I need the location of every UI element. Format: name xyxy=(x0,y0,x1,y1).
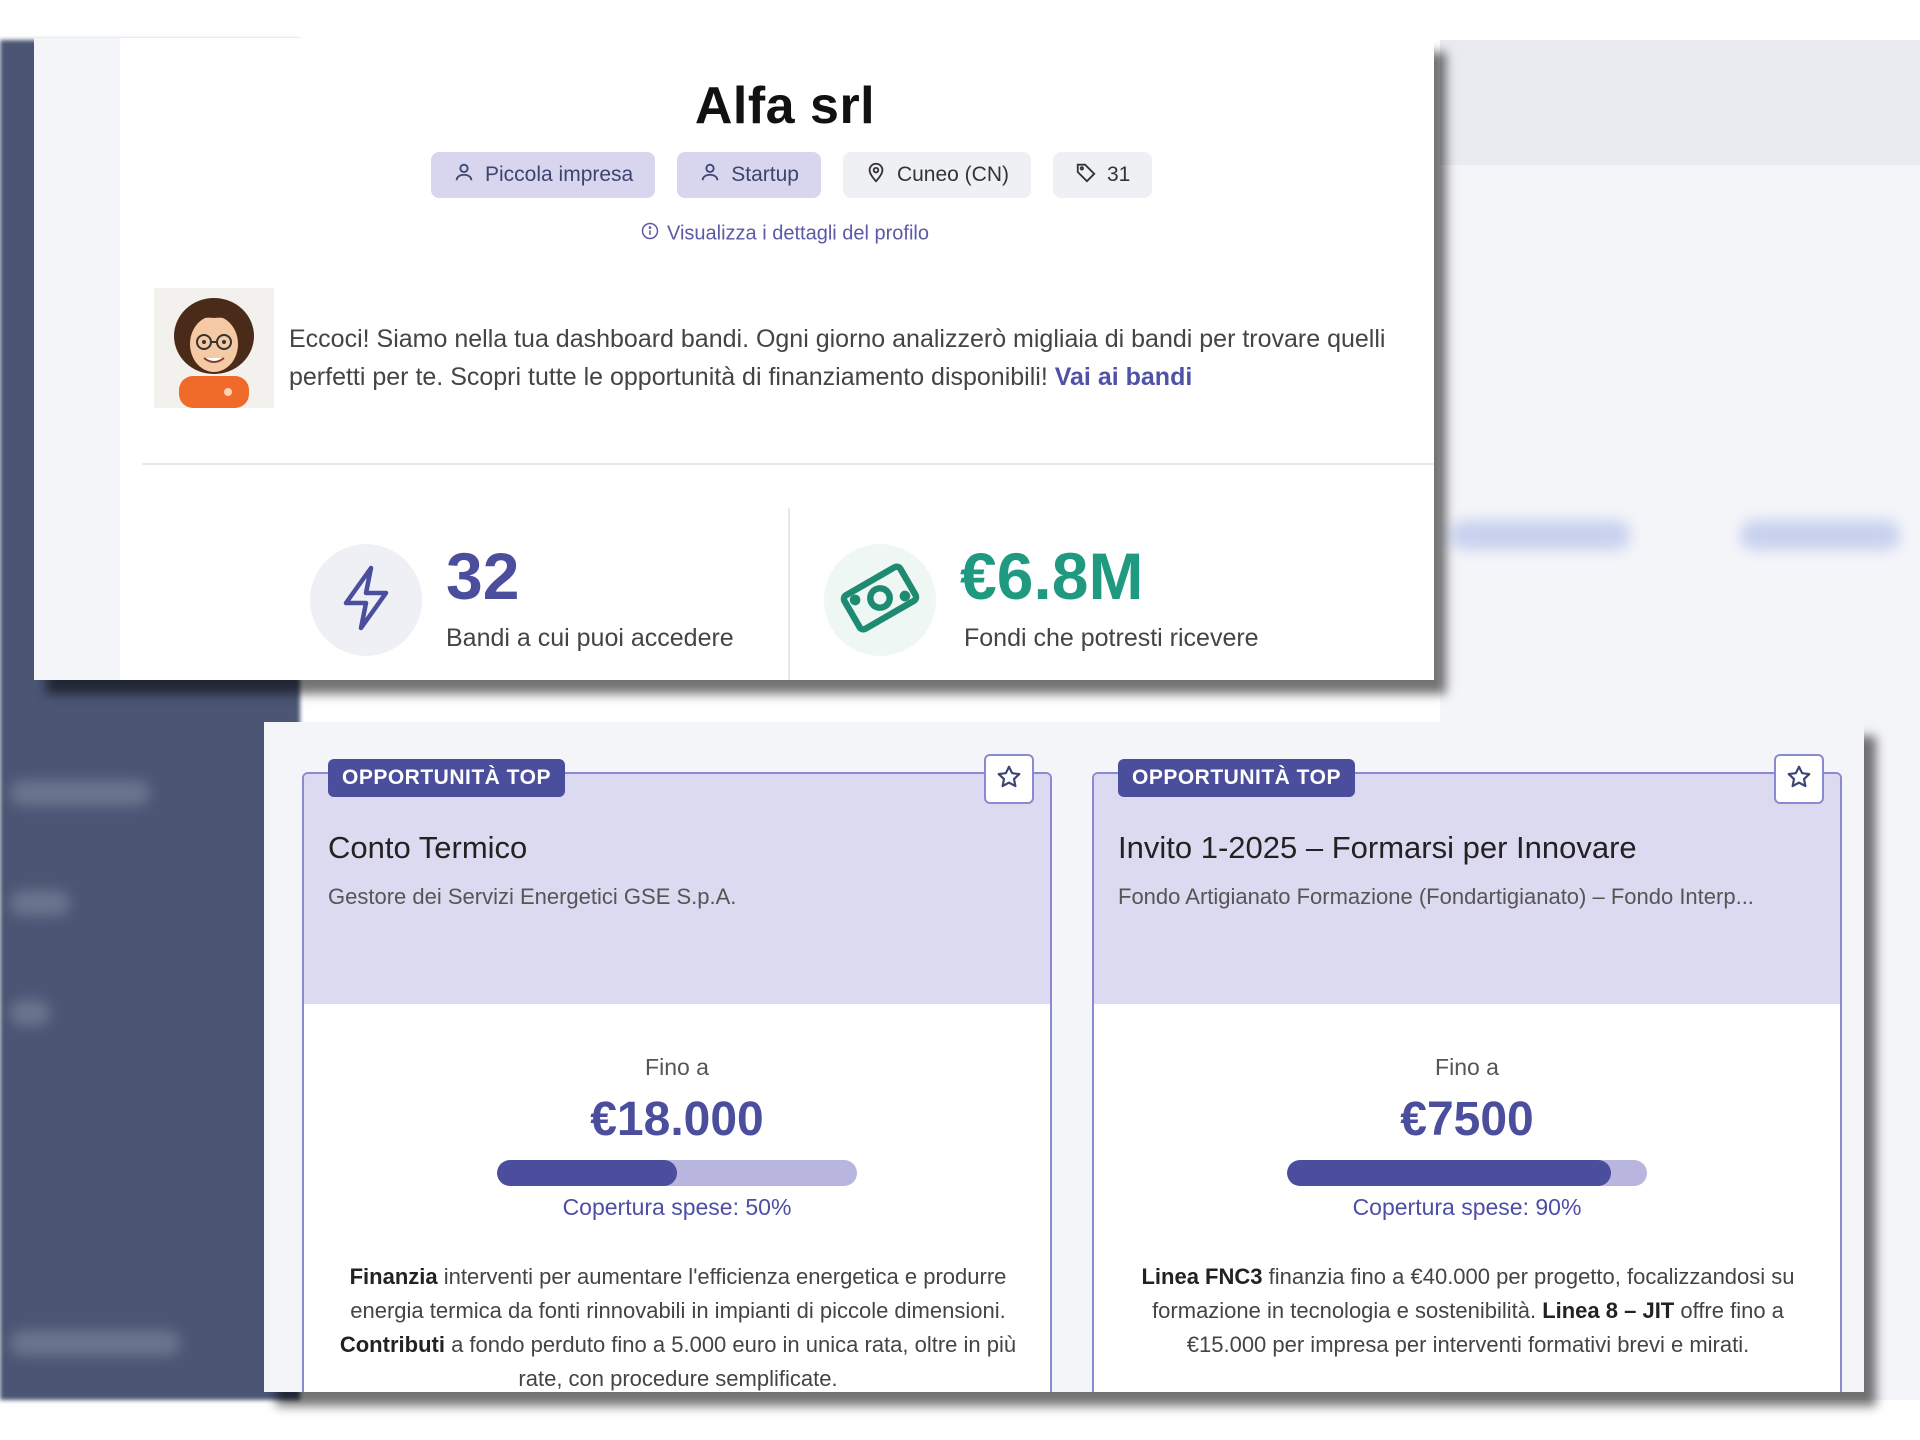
coverage-label: Copertura spese: 90% xyxy=(1352,1194,1582,1220)
sidebar-blur-item xyxy=(10,1000,50,1026)
amount-prefix: Fino a xyxy=(1435,1054,1499,1080)
assistant-intro: Eccoci! Siamo nella tua dashboard bandi.… xyxy=(289,320,1419,396)
stat-grants-value: 32 xyxy=(446,539,520,613)
coverage-fill xyxy=(497,1160,677,1186)
sidebar-blur-item xyxy=(10,1330,180,1356)
grant-amount: €18.000 xyxy=(590,1093,764,1146)
banknote-icon xyxy=(837,555,923,646)
grant-card-conto-termico[interactable]: Conto Termico Gestore dei Servizi Energe… xyxy=(302,772,1052,1392)
profile-details-link[interactable]: Visualizza i dettagli del profilo xyxy=(120,222,1434,246)
desc-strong: Linea 8 – JIT xyxy=(1542,1298,1675,1323)
tag-icon xyxy=(1075,161,1097,189)
user-icon xyxy=(699,161,721,189)
favorite-button[interactable] xyxy=(1774,754,1824,804)
coverage-label: Copertura spese: 50% xyxy=(562,1194,792,1220)
profile-link-label: Visualizza i dettagli del profilo xyxy=(666,222,929,245)
top-opportunities-panel: Conto Termico Gestore dei Servizi Energe… xyxy=(264,722,1864,1392)
grant-organization: Gestore dei Servizi Energetici GSE S.p.A… xyxy=(328,884,737,909)
star-icon xyxy=(996,764,1022,795)
grant-title: Invito 1-2025 – Formarsi per Innovare xyxy=(1118,830,1637,865)
tag-ateco[interactable]: 31 xyxy=(1053,152,1153,198)
stat-grants-label: Bandi a cui puoi accedere xyxy=(446,624,734,652)
company-dashboard-panel: Alfa srl Piccola impresa Startup Cuneo (… xyxy=(34,38,1434,680)
tag-startup[interactable]: Startup xyxy=(677,152,821,198)
go-to-grants-link[interactable]: Vai ai bandi xyxy=(1055,363,1193,391)
lightning-icon xyxy=(336,563,396,638)
coverage-progress-bar xyxy=(497,1160,857,1186)
stat-funds-label: Fondi che potresti ricevere xyxy=(964,624,1259,652)
background-blur-chip xyxy=(1450,520,1630,550)
info-icon xyxy=(641,222,659,246)
desc-text: a fondo perduto fino a 5.000 euro in uni… xyxy=(444,1332,1017,1391)
assistant-avatar xyxy=(154,288,274,408)
background-topbar xyxy=(1440,40,1920,165)
top-opportunity-badge: OPPORTUNITÀ TOP xyxy=(1118,759,1355,797)
panel-left-strip xyxy=(34,38,120,680)
star-icon xyxy=(1786,764,1812,795)
sidebar-blur-item xyxy=(10,890,70,916)
grant-description: Linea FNC3 finanzia fino a €40.000 per p… xyxy=(1118,1260,1818,1362)
grant-title: Conto Termico xyxy=(328,830,528,865)
tag-company-size[interactable]: Piccola impresa xyxy=(431,152,656,198)
grant-card-formarsi-per-innovare[interactable]: Invito 1-2025 – Formarsi per Innovare Fo… xyxy=(1092,772,1842,1392)
location-pin-icon xyxy=(865,161,887,189)
stat-funds-icon-circle xyxy=(824,544,936,656)
tag-label: Cuneo (CN) xyxy=(896,163,1009,186)
user-icon xyxy=(453,161,475,189)
stat-grants-icon-circle xyxy=(310,544,422,656)
intro-text: Eccoci! Siamo nella tua dashboard bandi.… xyxy=(289,325,1386,391)
stats-divider xyxy=(788,508,790,680)
stat-funds-value: €6.8M xyxy=(960,539,1144,613)
top-opportunity-badge: OPPORTUNITÀ TOP xyxy=(328,759,565,797)
tag-label: Piccola impresa xyxy=(485,163,634,186)
desc-strong: Linea FNC3 xyxy=(1141,1264,1263,1289)
company-tags: Piccola impresa Startup Cuneo (CN) 31 xyxy=(431,152,1153,198)
amount-prefix: Fino a xyxy=(645,1054,709,1080)
grant-card-header: Invito 1-2025 – Formarsi per Innovare Fo… xyxy=(1094,774,1840,1004)
desc-text: interventi per aumentare l'efficienza en… xyxy=(350,1264,1007,1323)
favorite-button[interactable] xyxy=(984,754,1034,804)
tag-location[interactable]: Cuneo (CN) xyxy=(842,152,1031,198)
grant-card-header: Conto Termico Gestore dei Servizi Energe… xyxy=(304,774,1050,1004)
background-blur-chip xyxy=(1740,520,1900,550)
coverage-fill xyxy=(1287,1160,1611,1186)
grant-organization: Fondo Artigianato Formazione (Fondartigi… xyxy=(1118,884,1754,909)
tag-label: Startup xyxy=(731,163,799,186)
sidebar-blur-item xyxy=(10,780,150,806)
grant-amount: €7500 xyxy=(1400,1093,1534,1146)
coverage-progress-bar xyxy=(1287,1160,1647,1186)
desc-strong: Finanzia xyxy=(349,1264,438,1289)
desc-strong: Contributi xyxy=(339,1332,445,1357)
grant-description: Finanzia interventi per aumentare l'effi… xyxy=(328,1260,1028,1392)
tag-label: 31 xyxy=(1107,163,1131,186)
section-divider xyxy=(142,463,1434,465)
company-name: Alfa srl xyxy=(694,77,876,135)
